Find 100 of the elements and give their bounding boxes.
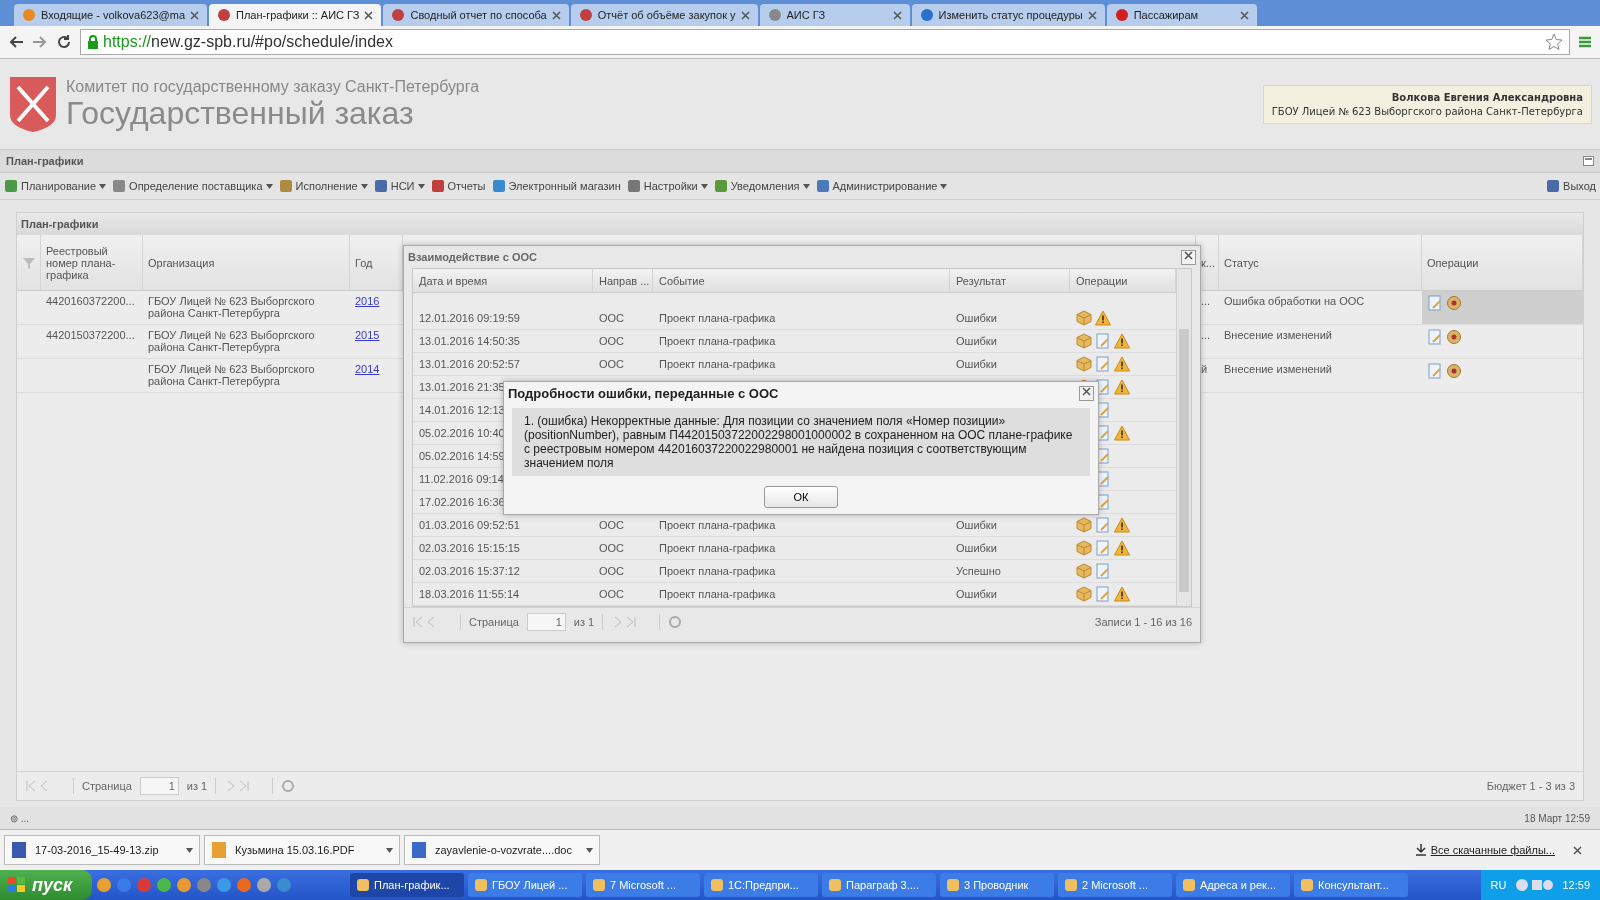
reload-icon[interactable]	[56, 34, 72, 50]
menu-item[interactable]: Планирование	[4, 179, 107, 193]
menu-item[interactable]: НСИ	[373, 179, 425, 193]
warning-icon[interactable]	[1114, 379, 1130, 395]
taskbar-button[interactable]: 1С:Предпри...	[704, 873, 818, 897]
menu-icon[interactable]	[1578, 35, 1592, 49]
filter-icon[interactable]	[22, 255, 35, 270]
download-item[interactable]: zayavlenie-o-vozvrate....doc	[404, 835, 600, 865]
column-header[interactable]: Реестровый номер плана-графика	[41, 235, 143, 291]
year-link[interactable]: 2016	[355, 295, 380, 307]
menu-item[interactable]: Электронный магазин	[491, 179, 621, 193]
collapse-icon[interactable]	[1583, 156, 1594, 166]
year-link[interactable]: 2015	[355, 329, 380, 341]
close-icon[interactable]	[892, 10, 902, 20]
browser-tab[interactable]: План-графики :: АИС ГЗ	[209, 4, 382, 26]
quick-launch-icon[interactable]	[96, 877, 112, 893]
taskbar-button[interactable]: 3 Проводник	[940, 873, 1054, 897]
taskbar-button[interactable]: Консультант...	[1294, 873, 1408, 897]
quick-launch-icon[interactable]	[196, 877, 212, 893]
quick-launch-icon[interactable]	[216, 877, 232, 893]
taskbar-button[interactable]: 7 Microsoft ...	[586, 873, 700, 897]
refresh-icon[interactable]	[281, 779, 296, 793]
menu-item[interactable]: Определение поставщика	[112, 179, 273, 193]
download-item[interactable]: 17-03-2016_15-49-13.zip	[4, 835, 200, 865]
browser-tab[interactable]: Сводный отчет по способа	[383, 4, 569, 26]
quick-launch-icon[interactable]	[116, 877, 132, 893]
warning-icon[interactable]	[1114, 425, 1130, 441]
warning-icon[interactable]	[1114, 586, 1130, 602]
page-input[interactable]: 1	[526, 613, 566, 631]
package-icon[interactable]	[1076, 333, 1092, 349]
document-icon[interactable]	[1427, 295, 1443, 311]
package-icon[interactable]	[1076, 517, 1092, 533]
year-link[interactable]: 2014	[355, 363, 380, 375]
column-header[interactable]: Результат	[950, 269, 1070, 293]
document-icon[interactable]	[1095, 563, 1111, 579]
browser-tab[interactable]: Отчёт об объёме закупок у	[570, 4, 758, 26]
menu-item[interactable]: Уведомления	[713, 179, 810, 193]
close-icon[interactable]	[364, 10, 374, 20]
package-icon[interactable]	[1076, 540, 1092, 556]
address-bar[interactable]: https://new.gz-spb.ru/#po/schedule/index	[80, 29, 1570, 55]
quick-launch-icon[interactable]	[256, 877, 272, 893]
scrollbar[interactable]	[1176, 269, 1191, 606]
close-icon[interactable]	[1573, 845, 1582, 855]
all-downloads-link[interactable]: Все скачанные файлы...	[1430, 844, 1555, 856]
package-icon[interactable]	[1076, 356, 1092, 372]
browser-tab[interactable]: Пассажирам	[1106, 4, 1257, 26]
scrollbar-thumb[interactable]	[1179, 329, 1189, 592]
column-header[interactable]: Статус	[1219, 235, 1422, 291]
column-header[interactable]: Год	[350, 235, 403, 291]
quick-launch-icon[interactable]	[276, 877, 292, 893]
filter-header[interactable]	[17, 235, 41, 291]
column-header[interactable]: Операции	[1422, 235, 1583, 291]
close-icon[interactable]	[1184, 251, 1193, 260]
close-icon[interactable]	[551, 10, 561, 20]
emblem-icon[interactable]	[1446, 295, 1462, 311]
emblem-icon[interactable]	[1446, 329, 1462, 345]
download-item[interactable]: Кузьмина 15.03.16.PDF	[204, 835, 400, 865]
taskbar-button[interactable]: Параграф 3....	[822, 873, 936, 897]
warning-icon[interactable]	[1114, 356, 1130, 372]
column-header[interactable]: Организация	[143, 235, 350, 291]
close-icon[interactable]	[1087, 10, 1097, 20]
forward-icon[interactable]	[32, 35, 48, 49]
quick-launch-icon[interactable]	[176, 877, 192, 893]
close-icon[interactable]	[1082, 387, 1091, 396]
taskbar-button[interactable]: План-график...	[350, 873, 464, 897]
taskbar-button[interactable]: Адреса и рек...	[1176, 873, 1290, 897]
tray-icons[interactable]	[1514, 877, 1555, 893]
warning-icon[interactable]	[1095, 310, 1111, 326]
quick-launch-icon[interactable]	[236, 877, 252, 893]
close-icon[interactable]	[1239, 10, 1249, 20]
logout-link[interactable]: Выход	[1546, 179, 1596, 193]
browser-tab[interactable]: Входящие - volkova623@ma	[14, 4, 208, 26]
close-icon[interactable]	[190, 10, 200, 20]
package-icon[interactable]	[1076, 586, 1092, 602]
start-button[interactable]: пуск	[0, 870, 92, 900]
warning-icon[interactable]	[1114, 517, 1130, 533]
menu-item[interactable]: Исполнение	[278, 179, 368, 193]
warning-icon[interactable]	[1114, 333, 1130, 349]
column-header[interactable]: Операции	[1070, 269, 1176, 293]
close-button[interactable]	[1181, 249, 1196, 265]
quick-launch-icon[interactable]	[136, 877, 152, 893]
browser-tab[interactable]: АИС ГЗ	[759, 4, 910, 26]
taskbar-button[interactable]: 2 Microsoft ...	[1058, 873, 1172, 897]
back-icon[interactable]	[8, 35, 24, 49]
taskbar-button[interactable]: ГБОУ Лицей ...	[468, 873, 582, 897]
ok-button[interactable]: ОК	[764, 486, 838, 508]
quick-launch-icon[interactable]	[156, 877, 172, 893]
column-header[interactable]: Дата и время	[413, 269, 593, 293]
column-header[interactable]: Направ ...	[593, 269, 653, 293]
warning-icon[interactable]	[1114, 540, 1130, 556]
page-input[interactable]: 1	[139, 777, 179, 795]
menu-item[interactable]: Отчеты	[430, 179, 486, 193]
column-header[interactable]: Событие	[653, 269, 950, 293]
menu-item[interactable]: Настройки	[626, 179, 708, 193]
browser-tab[interactable]: Изменить статус процедуры	[911, 4, 1105, 26]
menu-item[interactable]: Администрирование	[815, 179, 948, 193]
refresh-icon[interactable]	[668, 615, 683, 629]
star-icon[interactable]	[1545, 33, 1563, 51]
emblem-icon[interactable]	[1446, 363, 1462, 379]
package-icon[interactable]	[1076, 563, 1092, 579]
